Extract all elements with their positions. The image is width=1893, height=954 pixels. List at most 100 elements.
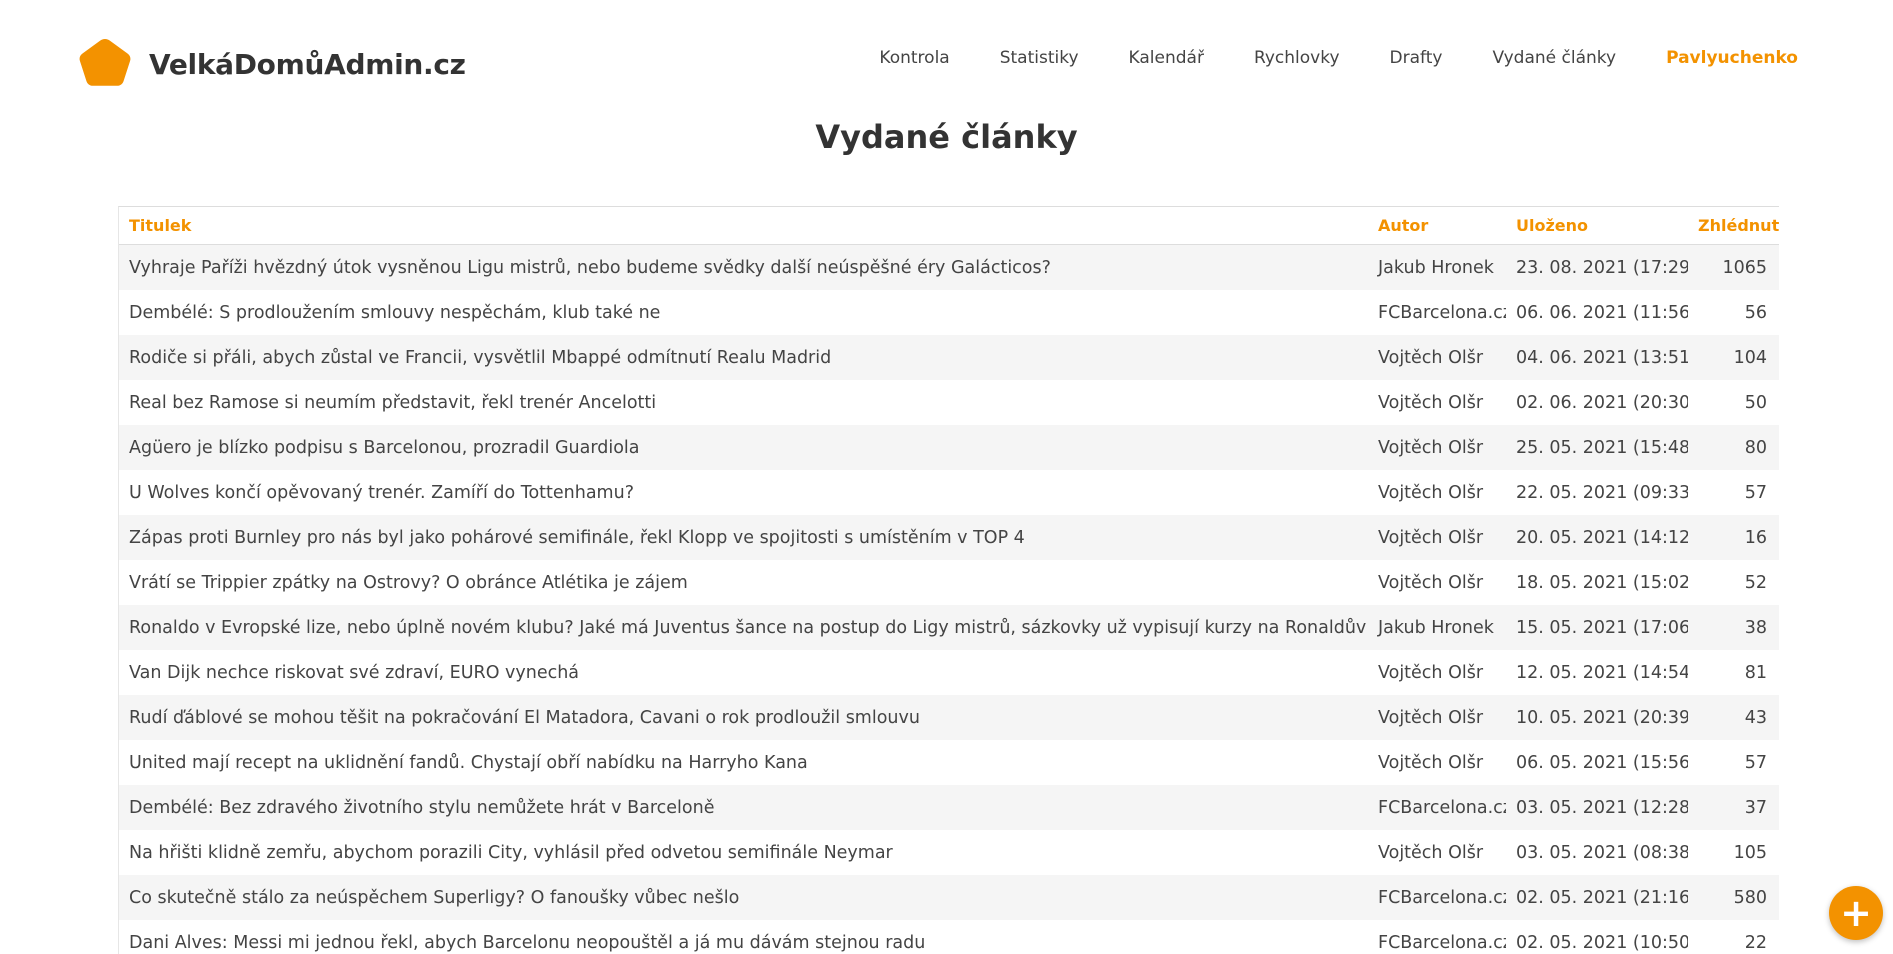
cell-views: 1065 [1688, 245, 1779, 291]
cell-saved: 12. 05. 2021 (14:54) [1506, 650, 1688, 695]
cell-author: Vojtěch Olšr [1368, 380, 1506, 425]
cell-views: 57 [1688, 470, 1779, 515]
cell-views-value: 38 [1688, 618, 1767, 638]
cell-views-value: 57 [1688, 753, 1767, 773]
nav-item-rychlovky[interactable]: Rychlovky [1229, 48, 1365, 68]
cell-views-value: 52 [1688, 573, 1767, 593]
table-row[interactable]: Vyhraje Paříži hvězdný útok vysněnou Lig… [119, 245, 1779, 291]
table-row[interactable]: Dani Alves: Messi mi jednou řekl, abych … [119, 920, 1779, 954]
table-row[interactable]: Ronaldo v Evropské lize, nebo úplně nové… [119, 605, 1779, 650]
cell-saved: 10. 05. 2021 (20:39) [1506, 695, 1688, 740]
cell-title: Rodiče si přáli, abych zůstal ve Francii… [119, 335, 1368, 380]
cell-author: Vojtěch Olšr [1368, 740, 1506, 785]
cell-saved: 02. 06. 2021 (20:30) [1506, 380, 1688, 425]
cell-saved: 23. 08. 2021 (17:29) [1506, 245, 1688, 291]
brand-logo-link[interactable]: VelkáDomůAdmin.cz [77, 36, 466, 92]
column-header-saved[interactable]: Uloženo [1506, 207, 1688, 245]
table-row[interactable]: Agüero je blízko podpisu s Barcelonou, p… [119, 425, 1779, 470]
cell-author: Vojtěch Olšr [1368, 695, 1506, 740]
cell-views: 22 [1688, 920, 1779, 954]
cell-views-value: 50 [1688, 393, 1767, 413]
cell-views: 105 [1688, 830, 1779, 875]
table-row[interactable]: Dembélé: Bez zdravého životního stylu ne… [119, 785, 1779, 830]
cell-title: Zápas proti Burnley pro nás byl jako poh… [119, 515, 1368, 560]
cell-title: Ronaldo v Evropské lize, nebo úplně nové… [119, 605, 1368, 650]
cell-saved: 20. 05. 2021 (14:12) [1506, 515, 1688, 560]
table-row[interactable]: Dembélé: S prodloužením smlouvy nespěchá… [119, 290, 1779, 335]
add-article-button[interactable]: + [1829, 886, 1883, 940]
top-bar: VelkáDomůAdmin.cz Kontrola Statistiky Ka… [0, 0, 1893, 120]
cell-views-value: 1065 [1688, 258, 1767, 278]
column-header-title[interactable]: Titulek [119, 207, 1368, 245]
cell-views: 43 [1688, 695, 1779, 740]
nav-item-statistiky[interactable]: Statistiky [975, 48, 1104, 68]
cell-title: Dembélé: Bez zdravého životního stylu ne… [119, 785, 1368, 830]
nav-item-kalendar[interactable]: Kalendář [1104, 48, 1229, 68]
cell-author: Vojtěch Olšr [1368, 830, 1506, 875]
table-row[interactable]: Rodiče si přáli, abych zůstal ve Francii… [119, 335, 1779, 380]
cell-saved: 06. 06. 2021 (11:56) [1506, 290, 1688, 335]
cell-views-value: 43 [1688, 708, 1767, 728]
cell-author: Jakub Hronek [1368, 605, 1506, 650]
nav-item-kontrola[interactable]: Kontrola [854, 48, 974, 68]
cell-saved: 02. 05. 2021 (21:16) [1506, 875, 1688, 920]
column-header-views[interactable]: Zhlédnutí [1688, 207, 1779, 245]
page-title: Vydané články [0, 118, 1893, 156]
table-row[interactable]: Co skutečně stálo za neúspěchem Superlig… [119, 875, 1779, 920]
cell-views-value: 80 [1688, 438, 1767, 458]
cell-saved: 03. 05. 2021 (12:28) [1506, 785, 1688, 830]
cell-author: FCBarcelona.cz [1368, 290, 1506, 335]
cell-views-value: 81 [1688, 663, 1767, 683]
table-row[interactable]: Na hřišti klidně zemřu, abychom porazili… [119, 830, 1779, 875]
cell-author: Vojtěch Olšr [1368, 470, 1506, 515]
cell-title: Na hřišti klidně zemřu, abychom porazili… [119, 830, 1368, 875]
cell-views-value: 105 [1688, 843, 1767, 863]
cell-author: Vojtěch Olšr [1368, 335, 1506, 380]
table-header-row: Titulek Autor Uloženo Zhlédnutí [119, 207, 1779, 245]
cell-author: Vojtěch Olšr [1368, 515, 1506, 560]
cell-views: 104 [1688, 335, 1779, 380]
articles-table: Titulek Autor Uloženo Zhlédnutí Vyhraje … [119, 207, 1779, 954]
nav-item-user-profile[interactable]: Pavlyuchenko [1641, 48, 1823, 68]
cell-views: 16 [1688, 515, 1779, 560]
cell-views-value: 37 [1688, 798, 1767, 818]
column-header-author[interactable]: Autor [1368, 207, 1506, 245]
cell-title: U Wolves končí opěvovaný trenér. Zamíří … [119, 470, 1368, 515]
cell-title: Rudí ďáblové se mohou těšit na pokračová… [119, 695, 1368, 740]
cell-title: Real bez Ramose si neumím představit, ře… [119, 380, 1368, 425]
cell-views: 580 [1688, 875, 1779, 920]
cell-views-value: 57 [1688, 483, 1767, 503]
main-nav: Kontrola Statistiky Kalendář Rychlovky D… [854, 48, 1823, 68]
cell-saved: 06. 05. 2021 (15:56) [1506, 740, 1688, 785]
cell-views: 57 [1688, 740, 1779, 785]
cell-saved: 15. 05. 2021 (17:06) [1506, 605, 1688, 650]
cell-views: 50 [1688, 380, 1779, 425]
cell-title: United mají recept na uklidnění fandů. C… [119, 740, 1368, 785]
cell-saved: 04. 06. 2021 (13:51) [1506, 335, 1688, 380]
cell-title: Agüero je blízko podpisu s Barcelonou, p… [119, 425, 1368, 470]
cell-views: 56 [1688, 290, 1779, 335]
table-row[interactable]: Rudí ďáblové se mohou těšit na pokračová… [119, 695, 1779, 740]
cell-title: Vyhraje Paříži hvězdný útok vysněnou Lig… [119, 245, 1368, 291]
cell-views: 37 [1688, 785, 1779, 830]
cell-views-value: 22 [1688, 933, 1767, 953]
table-row[interactable]: Vrátí se Trippier zpátky na Ostrovy? O o… [119, 560, 1779, 605]
nav-item-vydane-clanky[interactable]: Vydané články [1467, 48, 1641, 68]
cell-views-value: 580 [1688, 888, 1767, 908]
table-row[interactable]: United mají recept na uklidnění fandů. C… [119, 740, 1779, 785]
brand-name: VelkáDomůAdmin.cz [149, 48, 466, 81]
cell-author: FCBarcelona.cz [1368, 875, 1506, 920]
articles-table-container: Titulek Autor Uloženo Zhlédnutí Vyhraje … [118, 206, 1779, 954]
cell-views-value: 56 [1688, 303, 1767, 323]
table-row[interactable]: U Wolves končí opěvovaný trenér. Zamíří … [119, 470, 1779, 515]
cell-title: Dembélé: S prodloužením smlouvy nespěchá… [119, 290, 1368, 335]
table-row[interactable]: Real bez Ramose si neumím představit, ře… [119, 380, 1779, 425]
cell-views: 80 [1688, 425, 1779, 470]
cell-title: Van Dijk nechce riskovat své zdraví, EUR… [119, 650, 1368, 695]
cell-views-value: 104 [1688, 348, 1767, 368]
cell-author: FCBarcelona.cz [1368, 785, 1506, 830]
plus-icon: + [1840, 894, 1872, 932]
table-row[interactable]: Zápas proti Burnley pro nás byl jako poh… [119, 515, 1779, 560]
table-row[interactable]: Van Dijk nechce riskovat své zdraví, EUR… [119, 650, 1779, 695]
nav-item-drafty[interactable]: Drafty [1365, 48, 1468, 68]
